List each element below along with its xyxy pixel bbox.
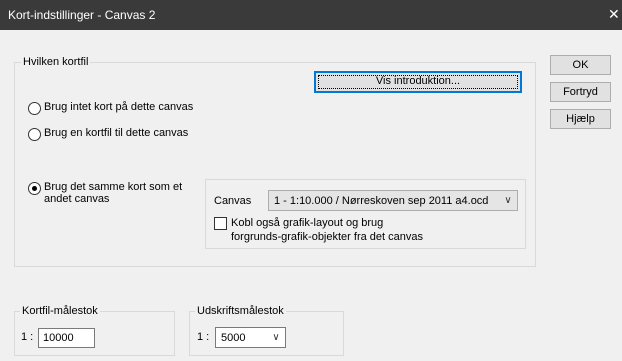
map-scale-input[interactable]: 10000 bbox=[38, 328, 95, 348]
radio-same-map-circle[interactable] bbox=[28, 182, 41, 195]
print-scale-select[interactable]: 5000 ∨ bbox=[215, 327, 286, 348]
window-title: Kort-indstillinger - Canvas 2 bbox=[8, 8, 156, 22]
link-layout-label-line2: forgrunds-grafik-objekter fra det canvas bbox=[231, 231, 423, 243]
print-scale-legend: Udskriftsmålestok bbox=[195, 305, 286, 317]
radio-map-file-circle[interactable] bbox=[28, 128, 41, 141]
chevron-down-icon: ∨ bbox=[272, 332, 280, 343]
title-bar: Kort-indstillinger - Canvas 2 ✕ bbox=[0, 0, 622, 30]
map-file-group-legend: Hvilken kortfil bbox=[21, 56, 91, 68]
link-layout-checkbox[interactable] bbox=[214, 217, 227, 230]
intro-button[interactable]: Vis introduktion... bbox=[314, 71, 522, 93]
map-scale-value: 10000 bbox=[43, 332, 74, 344]
print-scale-value: 5000 bbox=[221, 331, 246, 344]
radio-no-map-circle[interactable] bbox=[28, 102, 41, 115]
radio-map-file-label: Brug en kortfil til dette canvas bbox=[44, 127, 189, 139]
canvas-select[interactable]: 1 - 1:10.000 / Nørreskoven sep 2011 a4.o… bbox=[268, 190, 518, 211]
print-scale-prefix: 1 : bbox=[197, 331, 210, 343]
canvas-label: Canvas bbox=[214, 195, 252, 207]
map-scale-prefix: 1 : bbox=[21, 331, 34, 343]
focus-rect bbox=[318, 75, 518, 89]
help-button[interactable]: Hjælp bbox=[550, 109, 611, 129]
map-scale-legend: Kortfil-målestok bbox=[20, 305, 100, 317]
cancel-button[interactable]: Fortryd bbox=[550, 82, 611, 102]
canvas-select-value: 1 - 1:10.000 / Nørreskoven sep 2011 a4.o… bbox=[274, 194, 489, 207]
close-icon[interactable]: ✕ bbox=[608, 0, 622, 30]
cancel-button-label: Fortryd bbox=[563, 86, 598, 98]
link-layout-label-line1: Kobl også grafik-layout og brug bbox=[231, 217, 384, 229]
chevron-down-icon: ∨ bbox=[504, 195, 512, 206]
radio-same-map-label-line2: andet canvas bbox=[44, 193, 110, 205]
radio-same-map-label-line1: Brug det samme kort som et bbox=[44, 181, 183, 193]
ok-button-label: OK bbox=[572, 59, 589, 71]
ok-button[interactable]: OK bbox=[550, 55, 611, 75]
radio-same-map[interactable]: Brug det samme kort som et andet canvas bbox=[28, 181, 182, 205]
help-button-label: Hjælp bbox=[566, 113, 595, 125]
radio-map-file[interactable]: Brug en kortfil til dette canvas bbox=[28, 127, 188, 141]
radio-no-map[interactable]: Brug intet kort på dette canvas bbox=[28, 101, 193, 115]
radio-no-map-label: Brug intet kort på dette canvas bbox=[44, 101, 194, 113]
